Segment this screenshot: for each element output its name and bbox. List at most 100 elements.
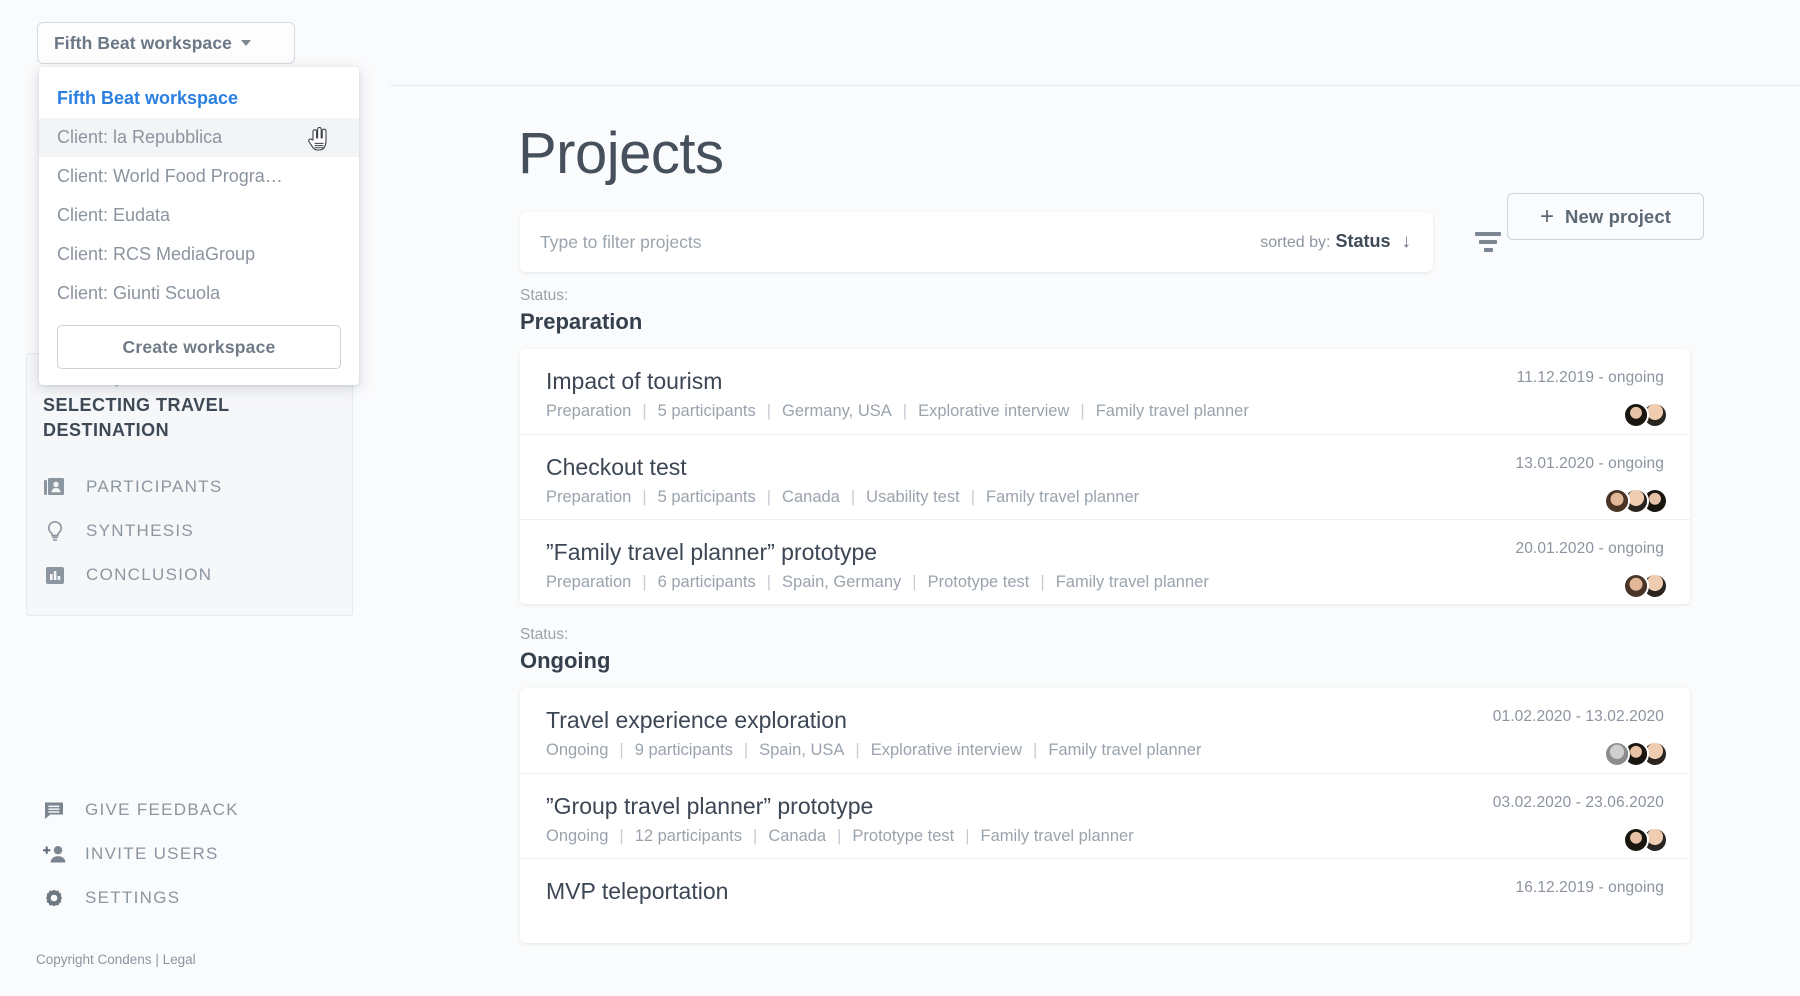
sidebar-item-label: PARTICIPANTS	[86, 477, 223, 497]
project-nav-list: PARTICIPANTS SYNTHESIS	[27, 465, 352, 597]
project-meta: Preparation|5 participants|Canada|Usabil…	[546, 486, 1664, 508]
project-card: Travel experience exploration Ongoing|9 …	[520, 688, 1690, 943]
project-meta-status: Ongoing	[546, 827, 608, 845]
gear-icon	[42, 886, 72, 910]
copyright-text[interactable]: Copyright Condens | Legal	[36, 952, 196, 967]
avatar	[1623, 573, 1649, 599]
new-project-button[interactable]: + New project	[1507, 193, 1704, 240]
project-title: Impact of tourism	[546, 366, 1664, 396]
arrow-down-icon: ↓	[1402, 231, 1412, 253]
status-label: Status:	[520, 624, 1690, 645]
project-row[interactable]: Travel experience exploration Ongoing|9 …	[520, 688, 1690, 773]
sidebar-item-label: SYNTHESIS	[86, 521, 194, 541]
project-meta-countries: Canada	[768, 827, 826, 845]
sidebar-item-synthesis[interactable]: SYNTHESIS	[27, 509, 352, 553]
app-root: Fifth Beat workspace Active Project: SEL…	[0, 0, 1800, 996]
create-workspace-button[interactable]: Create workspace	[57, 325, 341, 369]
project-meta-product: Family travel planner	[1048, 741, 1201, 759]
workspace-menu-item[interactable]: Client: la Repubblica	[39, 118, 359, 157]
project-row[interactable]: ”Group travel planner” prototype Ongoing…	[520, 773, 1690, 858]
project-title: MVP teleportation	[546, 876, 1664, 906]
project-meta-method: Prototype test	[928, 573, 1030, 591]
new-project-label: New project	[1565, 206, 1671, 228]
project-meta-participants: 6 participants	[658, 573, 756, 591]
project-avatars	[1630, 402, 1668, 428]
sort-control[interactable]: sorted by: Status ↓	[1260, 231, 1433, 253]
project-meta-participants: 12 participants	[635, 827, 742, 845]
status-name: Preparation	[520, 307, 1690, 337]
project-row[interactable]: ”Family travel planner” prototype Prepar…	[520, 519, 1690, 604]
sort-prefix-label: sorted by:	[1260, 234, 1330, 252]
filter-bar: sorted by: Status ↓	[520, 212, 1433, 272]
lightbulb-icon	[43, 519, 73, 543]
sidebar-item-participants[interactable]: PARTICIPANTS	[27, 465, 352, 509]
sidebar-item-label: CONCLUSION	[86, 565, 212, 585]
status-name: Ongoing	[520, 646, 1690, 676]
speech-bubble-icon	[42, 798, 72, 822]
project-title: Checkout test	[546, 452, 1664, 482]
sidebar-item-give-feedback[interactable]: GIVE FEEDBACK	[26, 788, 353, 832]
project-meta: Ongoing|12 participants|Canada|Prototype…	[546, 825, 1664, 847]
status-label: Status:	[520, 285, 1690, 306]
workspace-menu-item[interactable]: Client: World Food Progra…	[39, 157, 359, 196]
project-row[interactable]: Checkout test Preparation|5 participants…	[520, 434, 1690, 519]
add-user-icon	[42, 842, 72, 866]
sidebar-item-conclusion[interactable]: CONCLUSION	[27, 553, 352, 597]
sidebar-item-label: GIVE FEEDBACK	[85, 800, 239, 820]
project-title: ”Family travel planner” prototype	[546, 537, 1664, 567]
project-meta-status: Preparation	[546, 573, 631, 591]
avatar	[1604, 741, 1630, 767]
sidebar-item-settings[interactable]: SETTINGS	[26, 876, 353, 920]
sidebar-item-label: INVITE USERS	[85, 844, 219, 864]
avatar	[1604, 488, 1630, 514]
project-row[interactable]: Impact of tourism Preparation|5 particip…	[520, 349, 1690, 434]
project-meta-countries: Spain, Germany	[782, 573, 901, 591]
project-meta-participants: 9 participants	[635, 741, 733, 759]
project-meta-countries: Canada	[782, 488, 840, 506]
project-meta-method: Explorative interview	[871, 741, 1022, 759]
project-date: 11.12.2019 - ongoing	[1517, 369, 1664, 387]
sort-value: Status	[1335, 231, 1390, 252]
project-meta-status: Preparation	[546, 402, 631, 420]
project-meta-method: Prototype test	[852, 827, 954, 845]
sidebar-bottom-nav: GIVE FEEDBACK INVITE USERS	[26, 788, 353, 920]
active-project-title: SELECTING TRAVEL DESTINATION	[27, 390, 352, 443]
plus-icon: +	[1540, 205, 1554, 229]
workspace-menu-item[interactable]: Client: RCS MediaGroup	[39, 235, 359, 274]
main-content: Projects sorted by: Status ↓ + New proje…	[390, 85, 1800, 996]
workspace-dropdown-menu: Fifth Beat workspace Client: la Repubbli…	[39, 67, 359, 385]
avatar	[1623, 402, 1649, 428]
bar-chart-icon	[43, 563, 73, 587]
project-card: Impact of tourism Preparation|5 particip…	[520, 349, 1690, 604]
avatar	[1623, 827, 1649, 853]
filter-icon[interactable]	[1470, 225, 1506, 259]
sidebar-item-invite-users[interactable]: INVITE USERS	[26, 832, 353, 876]
workspace-menu-item[interactable]: Fifth Beat workspace	[39, 79, 359, 118]
status-group-ongoing: Status: Ongoing Travel experience explor…	[520, 624, 1690, 943]
workspace-menu-item[interactable]: Client: Eudata	[39, 196, 359, 235]
project-meta-participants: 5 participants	[658, 488, 756, 506]
project-avatars	[1630, 573, 1668, 599]
project-meta-method: Explorative interview	[918, 402, 1069, 420]
project-meta-status: Preparation	[546, 488, 631, 506]
sidebar-item-label: SETTINGS	[85, 888, 180, 908]
project-avatars	[1611, 488, 1668, 514]
project-date: 03.02.2020 - 23.06.2020	[1493, 794, 1664, 812]
page-title: Projects	[518, 120, 724, 187]
project-date: 13.01.2020 - ongoing	[1515, 455, 1664, 473]
active-project-panel: Active Project: SELECTING TRAVEL DESTINA…	[26, 353, 353, 616]
project-meta-product: Family travel planner	[1056, 573, 1209, 591]
project-meta-countries: Germany, USA	[782, 402, 892, 420]
project-date: 20.01.2020 - ongoing	[1515, 540, 1664, 558]
project-row[interactable]: MVP teleportation 16.12.2019 - ongoing	[520, 858, 1690, 943]
project-meta: Preparation|6 participants|Spain, German…	[546, 571, 1664, 593]
project-meta-status: Ongoing	[546, 741, 608, 759]
project-meta-product: Family travel planner	[981, 827, 1134, 845]
participants-icon	[43, 475, 73, 499]
project-meta-product: Family travel planner	[1096, 402, 1249, 420]
project-avatars	[1630, 827, 1668, 853]
filter-projects-input[interactable]	[520, 232, 1260, 253]
project-meta: Ongoing|9 participants|Spain, USA|Explor…	[546, 739, 1664, 761]
workspace-switcher-button[interactable]: Fifth Beat workspace	[37, 22, 295, 64]
workspace-menu-item[interactable]: Client: Giunti Scuola	[39, 274, 359, 313]
